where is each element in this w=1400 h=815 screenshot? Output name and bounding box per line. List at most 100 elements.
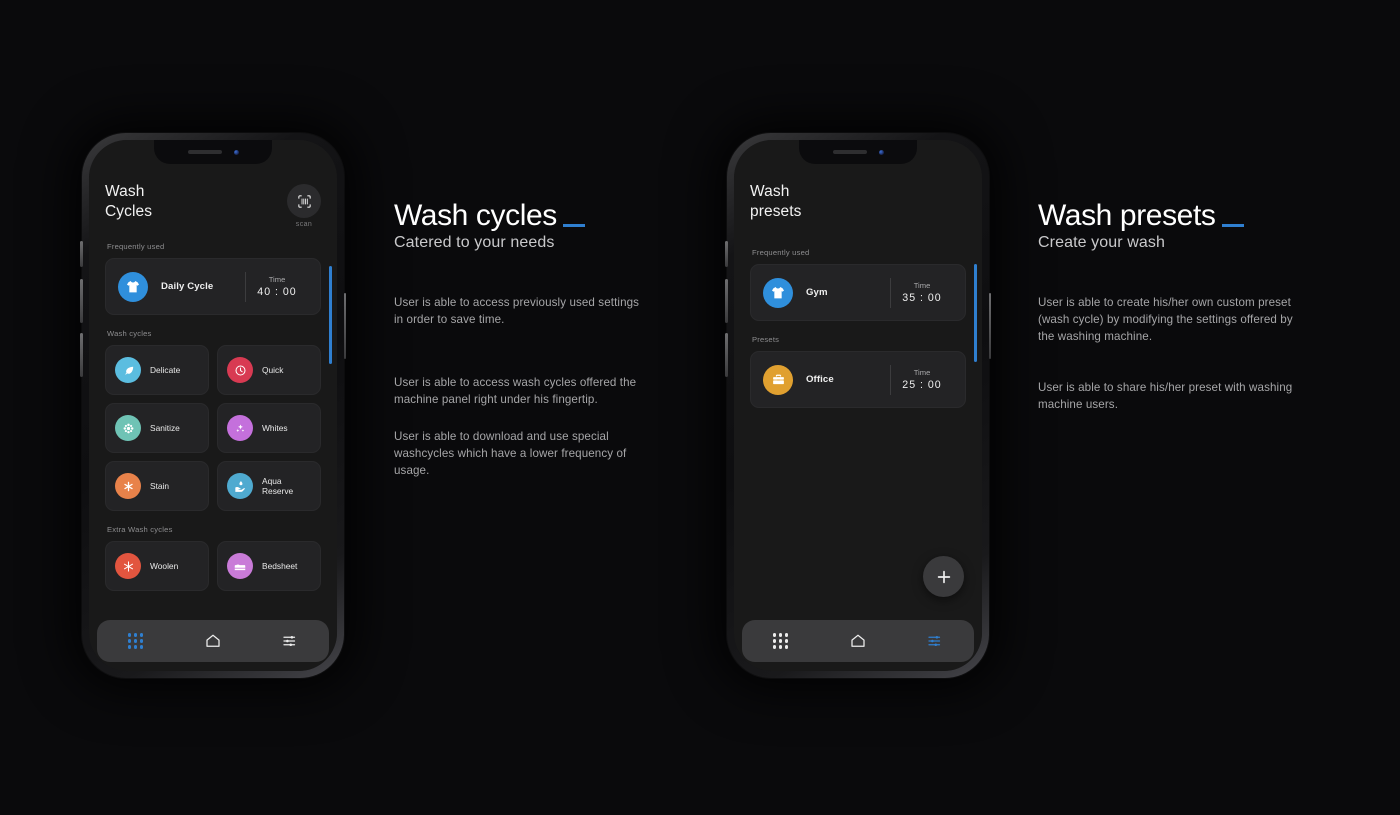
tile-label: Bedsheet	[262, 560, 298, 571]
bottom-nav-right	[742, 620, 974, 662]
add-preset-button[interactable]	[923, 556, 964, 597]
feather-glyph	[124, 366, 133, 375]
earpiece-speaker-icon	[832, 150, 867, 154]
canvas: Wash Cycles scan Frequently used Daily C…	[0, 0, 1400, 815]
nav-apps-grid[interactable]	[116, 621, 156, 661]
text-block-wash-presets: Wash presets Create your wash User is ab…	[1038, 199, 1308, 413]
phone-volume-up-button	[80, 279, 83, 323]
tshirt-glyph	[127, 280, 139, 292]
paragraph: User is able to create his/her own custo…	[1038, 296, 1293, 343]
section-subtitle: Catered to your needs	[394, 234, 555, 251]
time-value: 25 : 00	[902, 379, 942, 391]
preset-name: Office	[806, 374, 834, 385]
phone-notch	[799, 140, 917, 164]
tile-bedsheet[interactable]: Bedsheet	[217, 541, 321, 591]
tile-label: Quick	[262, 364, 284, 375]
tile-quick[interactable]: Quick	[217, 345, 321, 395]
preset-card-gym[interactable]: Gym Time 35 : 00	[750, 264, 966, 321]
tile-stain[interactable]: Stain	[105, 461, 209, 511]
snowflake-icon	[115, 553, 141, 579]
app-header-right: Wash presets	[750, 182, 966, 222]
bed-icon	[227, 553, 253, 579]
sliders-icon	[283, 635, 296, 647]
section-label-presets: Presets	[752, 335, 780, 344]
scan-label: scan	[295, 221, 313, 228]
barcode-scan-icon	[297, 194, 311, 208]
tile-woolen[interactable]: Woolen	[105, 541, 209, 591]
sliders-icon	[928, 635, 941, 647]
time-label: Time	[913, 281, 931, 290]
paragraph: User is able to access wash cycles offer…	[394, 376, 637, 406]
nav-settings[interactable]	[915, 621, 955, 661]
tile-label: Aqua Reserve	[262, 475, 294, 497]
title-underline-accent	[562, 223, 585, 227]
wash-cycles-grid: Delicate Quick Sanitize Whites Stain Aqu…	[105, 345, 321, 511]
tile-whites[interactable]: Whites	[217, 403, 321, 453]
tile-sanitize[interactable]: Sanitize	[105, 403, 209, 453]
tile-label: Whites	[262, 422, 288, 433]
hand-drop-icon	[227, 473, 253, 499]
asterisk-icon	[115, 473, 141, 499]
tile-label: Sanitize	[150, 422, 180, 433]
sparkles-icon	[227, 415, 253, 441]
paragraph: User is able to share his/her preset wit…	[1038, 381, 1293, 411]
phone-mockup-right: Wash presets Frequently used Gym Time 35…	[725, 133, 991, 678]
page-title-right: Wash presets	[750, 183, 802, 220]
paragraph: User is able to access previously used s…	[394, 296, 640, 326]
briefcase-glyph	[772, 374, 784, 385]
asterisk-glyph	[123, 481, 133, 491]
tshirt-icon	[118, 271, 148, 302]
scan-button[interactable]	[287, 184, 321, 218]
section-label-extra-wash-cycles: Extra Wash cycles	[107, 525, 173, 534]
home-icon	[851, 634, 865, 647]
tshirt-glyph	[772, 286, 784, 298]
time-value: 40 : 00	[257, 286, 297, 298]
plus-icon	[937, 570, 950, 583]
snowflake-glyph	[123, 560, 133, 572]
content-scrollbar[interactable]	[329, 266, 332, 364]
section-label-frequently-used: Frequently used	[752, 248, 810, 257]
apps-grid-icon	[127, 633, 144, 649]
preset-card-office[interactable]: Office Time 25 : 00	[750, 351, 966, 408]
page-title-left: Wash Cycles	[105, 183, 153, 220]
briefcase-icon	[763, 364, 793, 395]
bottom-nav-left	[97, 620, 329, 662]
apps-grid-icon	[772, 633, 789, 649]
phone-mute-switch	[725, 241, 728, 267]
phone-notch	[154, 140, 272, 164]
cycle-name: Daily Cycle	[161, 281, 214, 292]
phone-volume-up-button	[725, 279, 728, 323]
tile-label: Delicate	[150, 364, 181, 375]
clock-glyph	[234, 364, 246, 376]
clock-icon	[227, 357, 253, 383]
tile-label: Stain	[150, 480, 170, 491]
nav-home[interactable]	[838, 621, 878, 661]
nav-apps-grid[interactable]	[761, 621, 801, 661]
nav-settings[interactable]	[270, 621, 310, 661]
section-title: Wash presets	[1038, 199, 1216, 232]
feather-icon	[115, 357, 141, 383]
content-scrollbar[interactable]	[974, 264, 977, 362]
time-value: 35 : 00	[902, 292, 942, 304]
section-label-frequently-used: Frequently used	[107, 242, 165, 251]
tile-aqua-reserve[interactable]: Aqua Reserve	[217, 461, 321, 511]
phone-volume-down-button	[725, 333, 728, 377]
tile-delicate[interactable]: Delicate	[105, 345, 209, 395]
extra-wash-cycles-grid: Woolen Bedsheet	[105, 541, 321, 591]
phone-mockup-left: Wash Cycles scan Frequently used Daily C…	[80, 133, 346, 678]
time-label: Time	[268, 275, 286, 284]
nav-home[interactable]	[193, 621, 233, 661]
phone-power-button	[988, 293, 991, 359]
app-header-left: Wash Cycles scan	[105, 182, 321, 228]
front-camera-icon	[233, 149, 239, 155]
cycle-card-daily[interactable]: Daily Cycle Time 40 : 00	[105, 258, 321, 315]
flower-icon	[115, 415, 141, 441]
bed-glyph	[234, 564, 246, 571]
flower-glyph	[123, 423, 133, 433]
text-block-wash-cycles: Wash cycles Catered to your needs User i…	[394, 199, 644, 479]
hand-drop-glyph	[235, 480, 245, 492]
title-underline-accent	[1221, 223, 1244, 227]
section-title: Wash cycles	[394, 199, 557, 232]
front-camera-icon	[878, 149, 884, 155]
paragraph: User is able to download and use special…	[394, 430, 627, 477]
